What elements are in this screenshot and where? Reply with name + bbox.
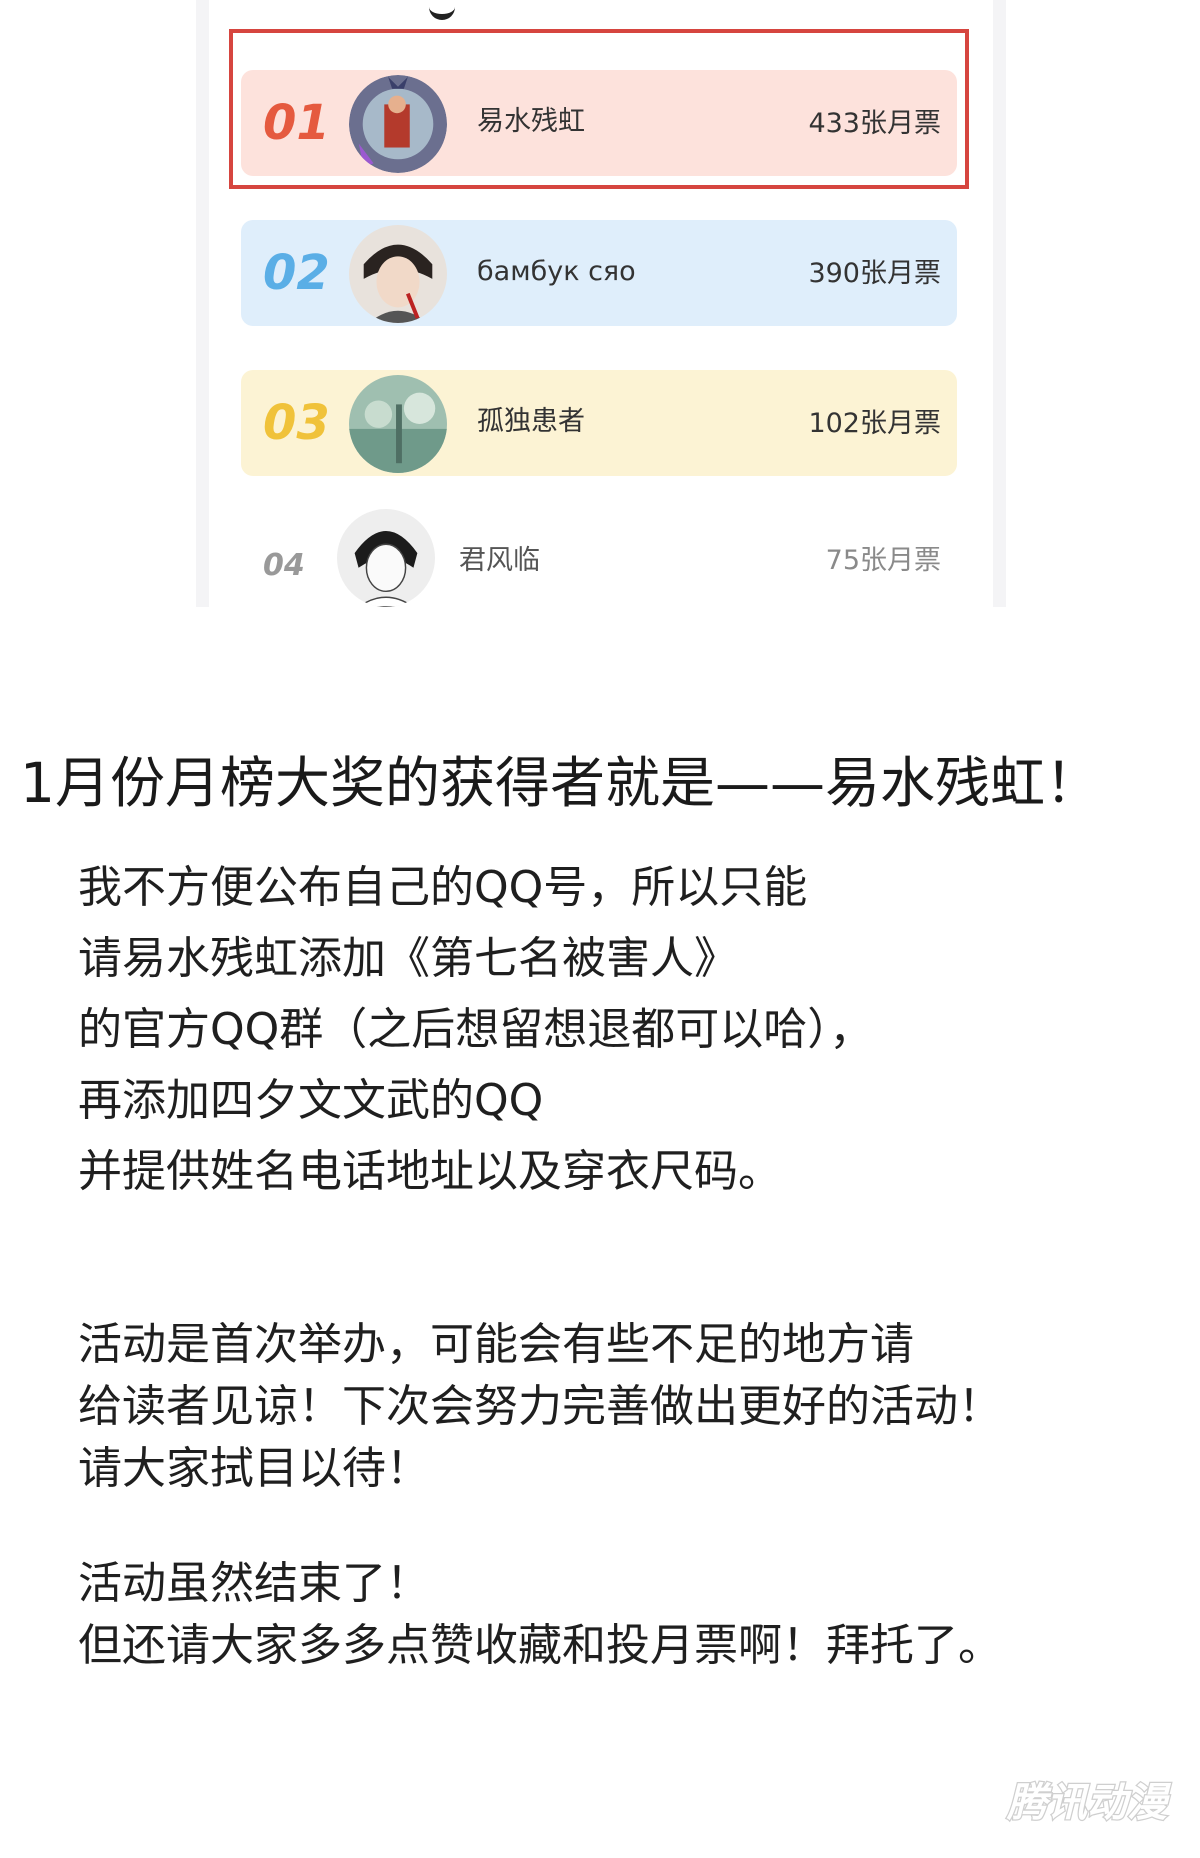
announcement-paragraph: 活动虽然结束了！ 但还请大家多多点赞收藏和投月票啊！拜托了。 — [78, 1553, 1158, 1677]
rank-number: 04 — [263, 548, 305, 583]
text-line: 给读者见谅！下次会努力完善做出更好的活动！ — [78, 1381, 1002, 1432]
text-line: 活动虽然结束了！ — [78, 1558, 430, 1609]
text-line: 的官方QQ群（之后想留想退都可以哈）， — [78, 1004, 874, 1055]
text-line: 但还请大家多多点赞收藏和投月票啊！拜托了。 — [78, 1620, 1002, 1671]
text-line: 请易水残虹添加《第七名被害人》 — [78, 933, 738, 984]
text-line: 我不方便公布自己的QQ号，所以只能 — [78, 862, 808, 913]
page-title: 1月份月榜大奖的获得者就是——易水残虹！ — [20, 751, 1100, 815]
text-line: 请大家拭目以待！ — [78, 1443, 430, 1494]
announcement-paragraph: 活动是首次举办，可能会有些不足的地方请 给读者见谅！下次会努力完善做出更好的活动… — [78, 1314, 1158, 1500]
ranking-row[interactable]: 03 孤独患者 102张月票 — [241, 370, 957, 476]
ranking-list: 01 易水残虹 433张月票 02 бамбук сяо 390张月票 03 孤… — [209, 0, 993, 607]
vote-count: 102张月票 — [808, 408, 941, 439]
text-line: 再添加四夕文文武的QQ — [78, 1075, 544, 1126]
first-place-highlight — [229, 29, 969, 189]
ranking-panel: 01 易水残虹 433张月票 02 бамбук сяо 390张月票 03 孤… — [196, 0, 1006, 607]
vote-count: 390张月票 — [808, 258, 941, 289]
text-line: 活动是首次举办，可能会有些不足的地方请 — [78, 1319, 914, 1370]
chevron-down-icon — [429, 0, 455, 20]
text-line: 并提供姓名电话地址以及穿衣尺码。 — [78, 1146, 782, 1197]
ranking-row[interactable]: 04 君风临 75张月票 — [241, 505, 957, 607]
rank-number: 02 — [263, 245, 330, 301]
avatar — [337, 509, 435, 607]
tencent-comic-watermark: 腾讯动漫 — [992, 1772, 1182, 1830]
vote-count: 75张月票 — [825, 545, 941, 576]
announcement-paragraph: 我不方便公布自己的QQ号，所以只能 请易水残虹添加《第七名被害人》 的官方QQ群… — [78, 852, 1158, 1207]
avatar — [349, 375, 447, 473]
avatar — [349, 225, 447, 323]
svg-text:腾讯动漫: 腾讯动漫 — [1006, 1780, 1172, 1826]
user-name: бамбук сяо — [477, 256, 636, 287]
rank-number: 03 — [263, 395, 330, 451]
user-name: 孤独患者 — [477, 406, 585, 437]
user-name: 君风临 — [459, 545, 540, 576]
ranking-row[interactable]: 02 бамбук сяо 390张月票 — [241, 220, 957, 326]
